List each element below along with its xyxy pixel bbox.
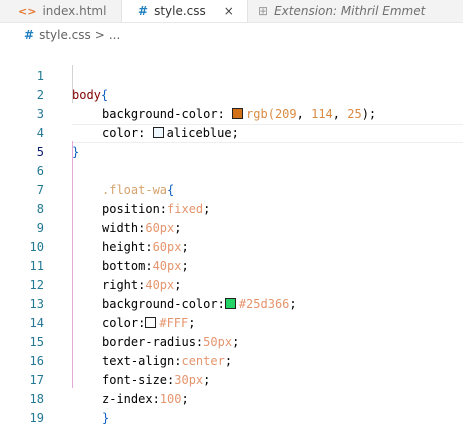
code-line: 9 height:60px;: [0, 200, 189, 254]
value: 50px: [203, 335, 233, 349]
property: position:: [102, 202, 168, 216]
value: 60px: [145, 221, 175, 235]
color-swatch[interactable]: [224, 298, 236, 309]
css-file-icon: #: [138, 4, 149, 18]
extensions-icon: ⊞: [258, 4, 269, 18]
breadcrumb-more[interactable]: ...: [109, 28, 120, 42]
value-number: 114: [311, 107, 333, 121]
punct: );: [361, 107, 377, 121]
brace: }: [72, 145, 80, 159]
code-line: 5: [0, 124, 44, 159]
value: fixed: [167, 202, 204, 216]
punct: ;: [181, 240, 189, 254]
code-line: 18 }: [0, 371, 110, 425]
brace: }: [102, 411, 110, 425]
property: bottom:: [102, 259, 153, 273]
punct: ,: [296, 107, 312, 121]
value: 30px: [174, 373, 204, 387]
code-line: 7 position:fixed;: [0, 162, 211, 216]
property: width:: [102, 221, 146, 235]
code-line: 6 .float-wa{: [0, 143, 175, 197]
value: #FFF: [159, 316, 189, 330]
tab-bar: <> index.html # style.css × ⊞ Extension:…: [0, 0, 463, 23]
code-line: 15 text-align:center;: [0, 314, 233, 368]
code-line: 8 width:60px;: [0, 181, 182, 235]
punct: ;: [203, 373, 211, 387]
code-line: 16 font-size:30px;: [0, 333, 211, 387]
property: height:: [102, 240, 153, 254]
punct: ;: [181, 259, 189, 273]
code-line: 2 background-color: rgb(209, 114, 25);: [0, 67, 376, 121]
property: color:: [102, 126, 153, 140]
punct: ;: [289, 297, 297, 311]
tab-label: Extension: Mithril Emmet: [274, 4, 426, 18]
breadcrumb: # style.css > ...: [0, 24, 120, 46]
line-number: 19: [29, 411, 44, 425]
code-line: 3 color: aliceblue;: [0, 86, 239, 140]
property: right:: [102, 278, 146, 292]
property: background-color:: [102, 297, 225, 311]
property: color:: [102, 316, 146, 330]
tab-extension-mithril-emmet[interactable]: ⊞ Extension: Mithril Emmet: [248, 0, 463, 22]
property: text-align:: [102, 354, 182, 368]
tab-label: index.html: [42, 4, 107, 18]
value-number: 209: [274, 107, 297, 121]
code-line: 4 }: [0, 105, 79, 159]
punct: ;: [203, 202, 211, 216]
brace: {: [167, 183, 175, 197]
color-swatch[interactable]: [145, 317, 157, 328]
property: font-size:: [102, 373, 175, 387]
value: 40px: [145, 278, 175, 292]
code-line: 13 color: #FFF;: [0, 276, 196, 330]
value: 40px: [152, 259, 182, 273]
punct: ;: [188, 316, 196, 330]
code-line: 14 border-radius:50px;: [0, 295, 240, 349]
punct: ;: [232, 335, 240, 349]
punct: ;: [174, 221, 182, 235]
property: border-radius:: [102, 335, 204, 349]
value: 60px: [152, 240, 182, 254]
selector: body: [72, 88, 101, 102]
value: 100: [159, 392, 182, 406]
brace: {: [100, 88, 109, 102]
punct: ,: [332, 107, 348, 121]
breadcrumb-separator: >: [94, 28, 105, 42]
selector: .float-wa: [102, 183, 168, 197]
tab-label: style.css: [154, 4, 206, 18]
punct: ;: [224, 354, 233, 368]
color-swatch[interactable]: [152, 127, 164, 138]
punct: ;: [174, 278, 182, 292]
code-line: 17 z-index:100;: [0, 352, 189, 406]
breadcrumb-file[interactable]: style.css: [39, 28, 91, 42]
code-line: 10 bottom:40px;: [0, 219, 189, 273]
punct: ;: [181, 392, 189, 406]
close-icon[interactable]: ×: [224, 4, 234, 18]
indent-guide: [72, 141, 73, 388]
code-line: 12 background-color: #25d366;: [0, 257, 297, 311]
code-editor[interactable]: 1 body{ 2 background-color: rgb(209, 114…: [0, 46, 463, 444]
code-line: 19: [0, 390, 44, 425]
tab-index-html[interactable]: <> index.html: [0, 0, 121, 22]
tab-style-css[interactable]: # style.css ×: [122, 0, 247, 22]
value: center: [181, 354, 225, 368]
color-swatch[interactable]: [232, 108, 244, 119]
value: #25d366: [238, 297, 290, 311]
value: aliceblue;: [166, 126, 239, 140]
property: background-color:: [102, 107, 233, 121]
html-file-icon: <>: [18, 4, 37, 18]
value-number: 25: [347, 107, 362, 121]
css-file-icon: #: [24, 28, 35, 42]
property: z-index:: [102, 392, 160, 406]
code-line: 1 body{: [0, 48, 108, 102]
value: rgb(: [246, 107, 275, 121]
code-line: 11 right:40px;: [0, 238, 182, 292]
